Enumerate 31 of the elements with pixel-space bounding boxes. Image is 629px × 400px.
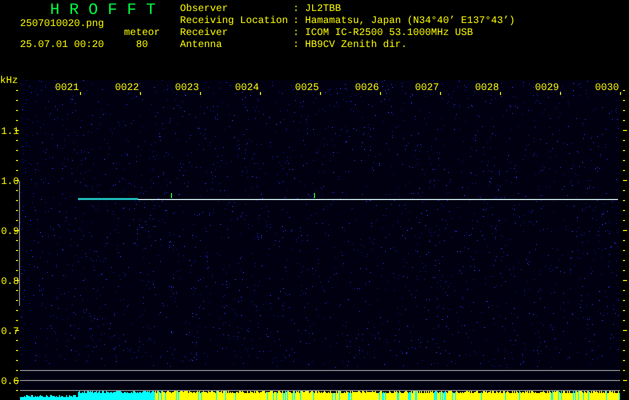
counter-label: meteor [124, 28, 160, 40]
separator: : [293, 40, 300, 52]
frequency-label: 0.7 [1, 327, 20, 338]
file-name: 2507010020.png [20, 19, 104, 31]
time-label: 0025 [294, 83, 319, 94]
frequency-label: 1.1 [1, 127, 20, 138]
info-value: JL2TBB [305, 4, 342, 16]
time-label: 0021 [54, 83, 79, 94]
time-label: 0022 [114, 83, 139, 94]
info-label: Observer [180, 4, 228, 16]
info-label: Receiving Location [180, 16, 288, 28]
app-title: H R O F F T [50, 2, 156, 18]
axis-unit: kHz [0, 76, 18, 87]
frequency-label: 0.9 [1, 227, 20, 238]
time-label: 0024 [234, 83, 259, 94]
date-time: 25.07.01 00:20 [20, 40, 104, 52]
info-label: Antenna [180, 40, 222, 52]
time-label: 0030 [594, 83, 619, 94]
info-value: Hamamatsu, Japan (N34°40’ E137°43’) [305, 16, 516, 28]
time-label: 0029 [534, 83, 559, 94]
info-value: HB9CV Zenith dir. [305, 40, 408, 52]
time-label: 0027 [414, 83, 439, 94]
separator: : [293, 28, 300, 40]
time-label: 0026 [354, 83, 379, 94]
separator: : [293, 4, 300, 16]
info-value: ICOM IC-R2500 53.1000MHz USB [305, 28, 474, 40]
info-label: Receiver [180, 28, 228, 40]
separator: : [293, 16, 300, 28]
time-label: 0023 [174, 83, 199, 94]
time-label: 0028 [474, 83, 499, 94]
counter-value: 80 [136, 40, 148, 52]
